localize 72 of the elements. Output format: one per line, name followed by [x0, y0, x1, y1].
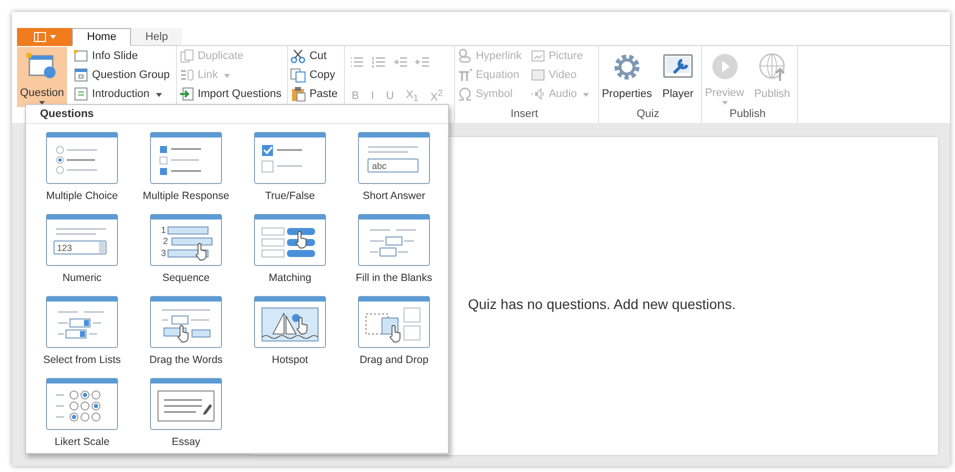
group-label: Quiz — [636, 108, 660, 122]
caret-icon — [582, 92, 589, 96]
ribbon-button[interactable]: Paste — [288, 85, 340, 102]
ribbon-button[interactable]: Player — [658, 47, 697, 107]
ribbon-button[interactable]: Import Questions — [176, 85, 284, 102]
ribbon-button[interactable]: Cut — [288, 47, 340, 64]
ribbon-button[interactable]: Introduction — [71, 85, 172, 102]
sample-text: 1 — [161, 225, 166, 235]
question-type-item[interactable]: Fill in the Blanks — [342, 214, 446, 284]
matching-icon — [254, 214, 326, 266]
caret-icon — [224, 74, 230, 78]
empty-message: Quiz has no questions. Add new questions. — [468, 296, 736, 312]
question-type-item[interactable]: Essay — [134, 378, 238, 448]
menu-title: Questions — [26, 105, 448, 124]
ribbon-button[interactable]: Question — [17, 47, 68, 107]
window-icon — [34, 32, 46, 42]
ribbon-icon — [530, 48, 546, 64]
dropdown-lists-icon — [46, 296, 118, 348]
caret-icon — [722, 101, 728, 105]
group-label: Publish — [728, 108, 767, 122]
question-type-item[interactable]: True/False — [238, 132, 342, 202]
ribbon-tab[interactable]: Help — [131, 28, 182, 46]
drag-drop-icon — [358, 296, 430, 348]
sample-text: abc — [372, 161, 387, 171]
ribbon-button[interactable]: Info Slide — [71, 47, 172, 64]
question-type-item[interactable]: Select from Lists — [30, 296, 134, 366]
app-menu-button[interactable] — [17, 28, 72, 46]
essay-icon — [150, 378, 222, 430]
ribbon-icon — [456, 48, 473, 64]
caret-icon — [50, 35, 56, 39]
question-type-item[interactable]: 1 2 3 Sequence — [134, 214, 238, 284]
ribbon-icon — [73, 66, 90, 82]
blanks-icon — [358, 214, 430, 266]
question-type-item[interactable]: Multiple Choice — [30, 132, 134, 202]
hotspot-icon — [254, 296, 326, 348]
ribbon-icon — [178, 66, 195, 82]
drag-words-icon — [150, 296, 222, 348]
group-label: Insert — [510, 108, 540, 122]
question-type-item[interactable]: Hotspot — [238, 296, 342, 366]
ribbon-icon — [456, 66, 473, 82]
question-type-item[interactable]: Drag the Words — [134, 296, 238, 366]
sample-text: 3 — [161, 248, 166, 258]
ribbon-icon — [290, 86, 306, 102]
ribbon-icon — [73, 48, 90, 64]
ribbon-icon — [290, 66, 306, 82]
question-type-item[interactable]: Drag and Drop — [342, 296, 446, 366]
sample-text: 2 — [163, 236, 168, 246]
ribbon-icon — [178, 48, 195, 64]
ribbon-tab[interactable]: Home — [72, 28, 132, 46]
true-false-icon — [254, 132, 326, 184]
question-type-item[interactable]: Matching — [238, 214, 342, 284]
question-type-item[interactable]: Multiple Response — [134, 132, 238, 202]
sample-text: 123 — [57, 243, 72, 253]
text-input-icon — [358, 132, 430, 184]
ribbon-icon — [178, 86, 195, 102]
question-type-item[interactable]: 123 Numeric — [30, 214, 134, 284]
caret-icon — [156, 92, 162, 96]
question-type-item[interactable]: abc Short Answer — [342, 132, 446, 202]
ordered-list-icon — [150, 214, 222, 266]
question-type-item[interactable]: Likert Scale — [30, 378, 134, 448]
radio-list-icon — [46, 132, 118, 184]
ribbon-icon — [530, 86, 546, 102]
ribbon-icon — [530, 66, 546, 82]
ribbon-button[interactable]: Copy — [288, 66, 340, 83]
checkbox-list-icon — [150, 132, 222, 184]
ribbon-icon — [456, 86, 473, 102]
ribbon-icon — [73, 86, 90, 102]
ribbon-button[interactable]: Question Group — [71, 66, 172, 83]
number-input-icon — [46, 214, 118, 266]
ribbon-button[interactable]: Properties — [598, 47, 655, 107]
ribbon-icon — [290, 48, 306, 64]
likert-icon — [46, 378, 118, 430]
